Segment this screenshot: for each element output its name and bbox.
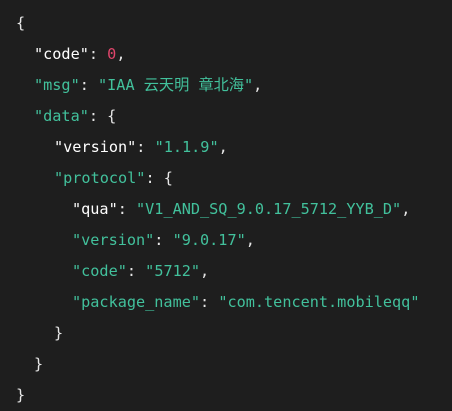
msg-value: "IAA 云天明 章北海" [98,76,254,94]
protocol-open-brace: { [163,169,173,187]
json-line-protocol-code: "code": "5712", [0,256,452,287]
code-key: "code" [34,45,89,63]
protocol-close-brace: } [54,324,64,342]
comma: , [401,200,411,218]
root-close-brace: } [16,386,26,404]
json-line-package-name: "package_name": "com.tencent.mobileqq" [0,287,452,318]
data-close-brace: } [34,355,44,373]
data-open-brace: { [107,107,117,125]
protocol-version-key: "version" [72,231,155,249]
colon: : [117,200,137,218]
json-line-protocol-open: "protocol": { [0,163,452,194]
comma: , [116,45,126,63]
comma: , [253,76,263,94]
colon: : [200,293,219,311]
root-open-brace: { [16,14,26,32]
comma: , [245,231,255,249]
json-line-protocol-version: "version": "9.0.17", [0,225,452,256]
qua-key: "qua" [72,200,118,218]
colon: : [154,231,173,249]
colon: : [88,45,108,63]
data-key: "data" [34,107,89,125]
version-key: "version" [54,138,137,156]
json-line-version: "version": "1.1.9", [0,132,452,163]
version-value: "1.1.9" [154,138,219,156]
protocol-key: "protocol" [54,169,146,187]
package-name-value: "com.tencent.mobileqq" [218,293,420,311]
package-name-key: "package_name" [72,293,201,311]
comma: , [218,138,228,156]
protocol-code-value: "5712" [145,262,201,280]
json-line-qua: "qua": "V1_AND_SQ_9.0.17_5712_YYB_D", [0,194,452,225]
json-line-code: "code": 0, [0,39,452,70]
msg-key: "msg" [34,76,80,94]
json-line-data-open: "data": { [0,101,452,132]
json-code-block: { "code": 0, "msg": "IAA 云天明 章北海", "data… [0,0,452,404]
comma: , [200,262,210,280]
colon: : [79,76,99,94]
json-line-protocol-close: } [0,318,452,349]
colon: : [136,138,155,156]
qua-value: "V1_AND_SQ_9.0.17_5712_YYB_D" [136,200,402,218]
protocol-code-key: "code" [72,262,127,280]
protocol-version-value: "9.0.17" [172,231,246,249]
json-line-root-close: } [0,380,452,411]
colon: : [88,107,108,125]
json-line-root-open: { [0,8,452,39]
code-value: 0 [107,45,117,63]
json-line-data-close: } [0,349,452,380]
json-line-msg: "msg": "IAA 云天明 章北海", [0,70,452,101]
colon: : [126,262,146,280]
colon: : [145,169,164,187]
